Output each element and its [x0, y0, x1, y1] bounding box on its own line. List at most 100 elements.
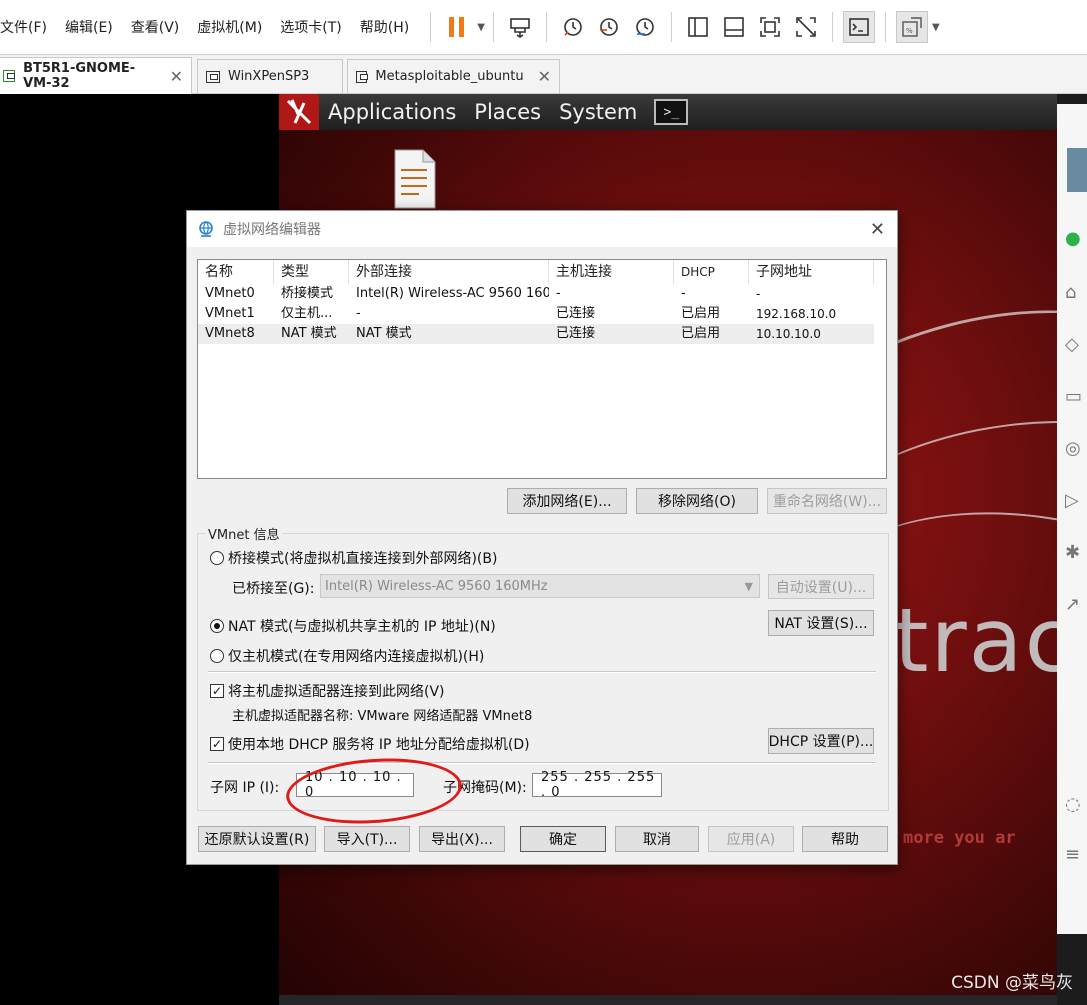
take-snapshot-button[interactable]	[557, 11, 589, 43]
user-icon[interactable]: ⌂	[1065, 282, 1087, 304]
avatar[interactable]	[1067, 148, 1087, 192]
cube-icon[interactable]: ◇	[1065, 334, 1087, 356]
column-header-type[interactable]: 类型	[274, 260, 349, 284]
settings-icon[interactable]: ✱	[1065, 542, 1087, 564]
menu-vm[interactable]: 虚拟机(M)	[188, 17, 271, 37]
tab-bt5r1[interactable]: BT5R1-GNOME-VM-32 ✕	[0, 57, 192, 94]
normal-view-button[interactable]	[682, 11, 714, 43]
send-icon[interactable]: ▷	[1065, 490, 1087, 512]
use-dhcp-checkbox[interactable]: ✓ 使用本地 DHCP 服务将 IP 地址分配给虚拟机(D)	[210, 734, 530, 754]
cell-dhcp: -	[681, 286, 686, 301]
cell-host: 已连接	[556, 306, 596, 321]
more-icon[interactable]: ↗	[1065, 594, 1087, 616]
folder-icon[interactable]: ▭	[1065, 386, 1087, 408]
toolbar-separator	[884, 12, 886, 42]
close-icon[interactable]: ✕	[870, 219, 885, 240]
bridged-mode-radio[interactable]: 桥接模式(将虚拟机直接连接到外部网络)(B)	[210, 548, 497, 568]
virtual-network-editor-dialog: 虚拟网络编辑器 ✕ 名称 类型 外部连接 主机连接 DHCP 子网地址 VMne…	[186, 210, 898, 865]
help-button[interactable]: 帮助	[802, 826, 888, 852]
column-header-host[interactable]: 主机连接	[549, 260, 674, 284]
tab-metasploitable[interactable]: Metasploitable_ubuntu ✕	[347, 59, 560, 93]
revert-snapshot-button[interactable]	[593, 11, 625, 43]
column-header-subnet[interactable]: 子网地址	[749, 260, 874, 284]
compass-icon[interactable]: ◎	[1065, 438, 1087, 460]
backtrack-wallpaper-text: trac	[894, 589, 1057, 692]
cancel-button[interactable]: 取消	[615, 826, 699, 852]
bridged-adapter-select[interactable]: Intel(R) Wireless-AC 9560 160MHz ▼	[320, 574, 760, 598]
auto-settings-button[interactable]: 自动设置(U)...	[768, 574, 874, 599]
import-button[interactable]: 导入(T)...	[324, 826, 410, 852]
table-row-selected[interactable]: VMnet8 NAT 模式 NAT 模式 已连接 已启用 10.10.10.0	[198, 324, 874, 344]
nat-mode-radio[interactable]: NAT 模式(与虚拟机共享主机的 IP 地址)(N)	[210, 616, 496, 636]
column-header-name[interactable]: 名称	[198, 260, 274, 284]
adapter-name-text: 主机虚拟适配器名称: VMware 网络适配器 VMnet8	[232, 709, 533, 724]
cell-type: 桥接模式	[281, 286, 334, 301]
rename-network-button[interactable]: 重命名网络(W)...	[767, 488, 887, 514]
dhcp-settings-button[interactable]: DHCP 设置(P)...	[768, 728, 874, 754]
unity-button[interactable]	[790, 11, 822, 43]
watermark: CSDN @菜鸟灰	[951, 973, 1073, 993]
normal-view-icon	[688, 17, 708, 37]
cell-subnet: 10.10.10.0	[756, 327, 821, 341]
remove-network-button[interactable]: 移除网络(O)	[636, 488, 758, 514]
scale-view-button[interactable]: %	[895, 11, 928, 43]
toolbar-separator	[545, 12, 547, 42]
ok-button[interactable]: 确定	[520, 826, 606, 852]
dialog-titlebar[interactable]: 虚拟网络编辑器 ✕	[187, 211, 897, 247]
menu-tabs[interactable]: 选项卡(T)	[271, 17, 350, 37]
dialog-title: 虚拟网络编辑器	[223, 222, 321, 238]
menu-view[interactable]: 查看(V)	[122, 17, 189, 37]
gnome-top-panel: Applications Places System >_	[279, 94, 1057, 130]
network-list[interactable]: 名称 类型 外部连接 主机连接 DHCP 子网地址 VMnet0 桥接模式 In…	[197, 259, 887, 479]
snapshot-manager-icon	[636, 18, 654, 36]
scale-dropdown-icon[interactable]: ▼	[932, 22, 940, 33]
help-icon[interactable]: ◌	[1065, 794, 1087, 816]
scale-view-icon: %	[902, 17, 922, 37]
nat-settings-button[interactable]: NAT 设置(S)...	[768, 610, 874, 636]
vm-icon	[3, 70, 16, 82]
menu-edit[interactable]: 编辑(E)	[56, 17, 122, 37]
tab-winxpensp3[interactable]: WinXPenSP3	[197, 59, 343, 93]
console-view-button[interactable]	[718, 11, 750, 43]
restore-defaults-button[interactable]: 还原默认设置(R)	[198, 826, 316, 852]
pause-icon	[449, 17, 465, 37]
fullscreen-button[interactable]	[754, 11, 786, 43]
vm-tab-bar: BT5R1-GNOME-VM-32 ✕ WinXPenSP3 Metasploi…	[0, 55, 1087, 94]
terminal-launcher-icon[interactable]: >_	[654, 99, 689, 125]
system-menu[interactable]: System	[550, 100, 646, 124]
menubar: 文件(F) 编辑(E) 查看(V) 虚拟机(M) 选项卡(T) 帮助(H) ▼ …	[0, 0, 1087, 55]
console-terminal-button[interactable]	[842, 11, 875, 43]
menu-help[interactable]: 帮助(H)	[351, 17, 418, 37]
applications-menu[interactable]: Applications	[319, 100, 465, 124]
table-row[interactable]: VMnet1 仅主机... - 已连接 已启用 192.168.10.0	[198, 304, 874, 324]
svg-text:%: %	[906, 27, 913, 35]
revert-snapshot-icon	[599, 18, 618, 36]
pause-button[interactable]	[441, 11, 473, 43]
menu-file[interactable]: 文件(F)	[0, 17, 56, 37]
console-view-icon	[724, 17, 744, 37]
desktop-file-icon[interactable]	[389, 148, 441, 210]
column-header-external[interactable]: 外部连接	[349, 260, 549, 284]
column-header-dhcp[interactable]: DHCP	[674, 260, 749, 284]
add-network-button[interactable]: 添加网络(E)...	[507, 488, 627, 514]
send-keys-button[interactable]	[504, 11, 536, 43]
table-row[interactable]: VMnet0 桥接模式 Intel(R) Wireless-AC 9560 16…	[198, 284, 874, 304]
backtrack-logo-icon[interactable]	[279, 94, 319, 130]
connect-adapter-checkbox[interactable]: ✓ 将主机虚拟适配器连接到此网络(V)	[210, 681, 445, 701]
pause-dropdown-icon[interactable]: ▼	[477, 22, 485, 33]
places-menu[interactable]: Places	[465, 100, 550, 124]
menu-icon[interactable]: ≡	[1065, 844, 1087, 866]
export-button[interactable]: 导出(X)...	[419, 826, 505, 852]
subnet-mask-input[interactable]: 255 . 255 . 255 . 0	[532, 770, 662, 800]
cell-dhcp: 已启用	[681, 306, 721, 321]
apply-button[interactable]: 应用(A)	[708, 826, 794, 852]
close-icon[interactable]: ✕	[524, 67, 551, 86]
host-only-mode-radio[interactable]: 仅主机模式(在专用网络内连接虚拟机)(H)	[210, 646, 484, 666]
chevron-down-icon: ▼	[744, 579, 753, 593]
radio-indicator	[210, 551, 224, 565]
snapshot-manager-button[interactable]	[629, 11, 661, 43]
cell-name: VMnet8	[205, 326, 255, 341]
chat-icon[interactable]: ●	[1065, 228, 1087, 250]
close-icon[interactable]: ✕	[156, 67, 183, 86]
cell-host: -	[556, 286, 561, 301]
